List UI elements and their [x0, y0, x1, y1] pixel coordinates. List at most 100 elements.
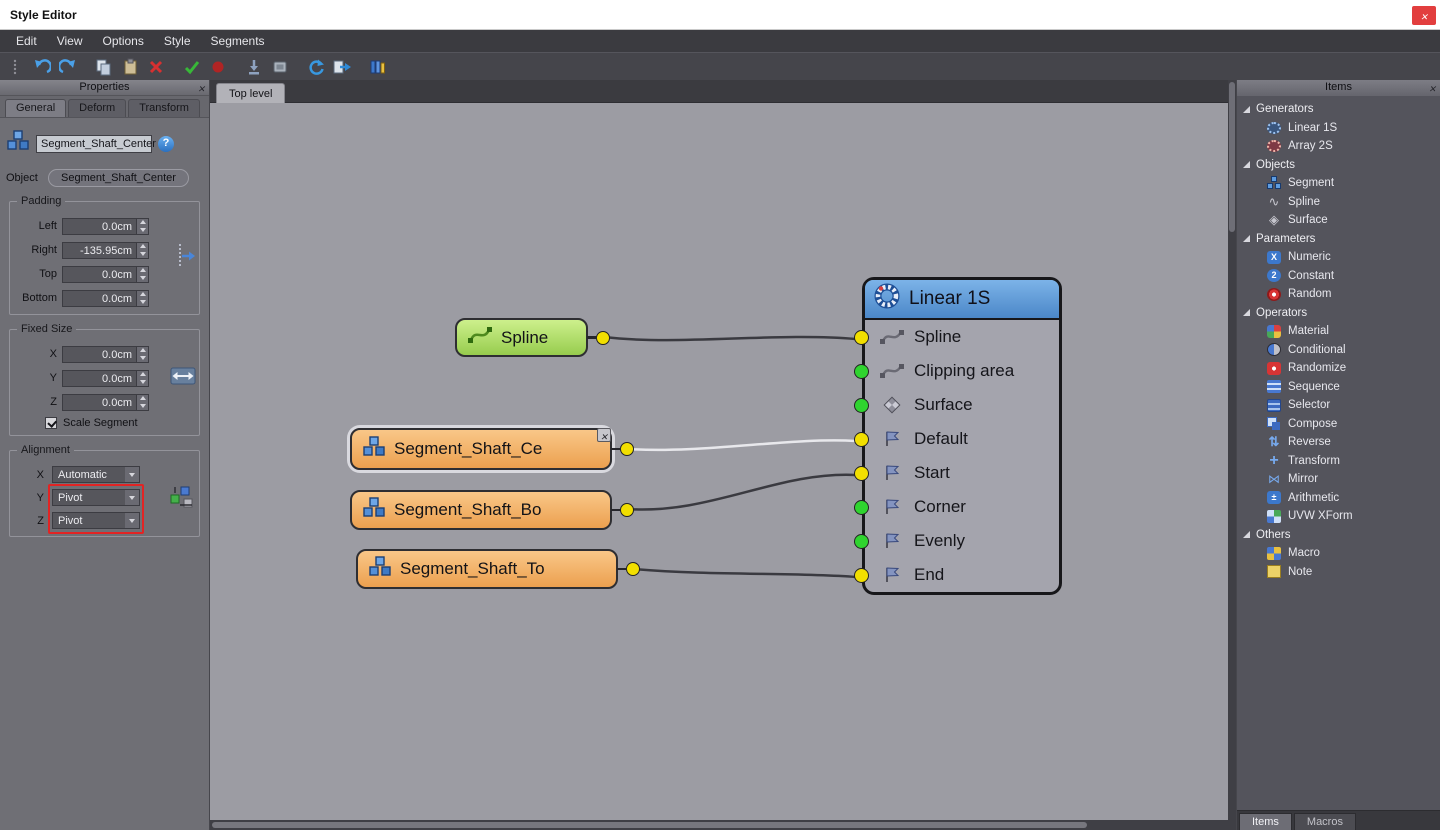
menu-style[interactable]: Style [154, 31, 201, 51]
scale-segment-checkbox[interactable]: Scale Segment [45, 417, 194, 429]
tab-general[interactable]: General [5, 99, 66, 117]
tree-group-parameters[interactable]: Parameters [1237, 230, 1440, 249]
tree-item-compose[interactable]: Compose [1237, 415, 1440, 434]
paste-button[interactable] [119, 56, 140, 77]
commit-check-button[interactable] [181, 56, 202, 77]
linear-input-corner[interactable]: Corner [865, 490, 1059, 524]
alignment-y-dropdown[interactable]: Pivot [52, 489, 140, 506]
linear-input-end[interactable]: End [865, 558, 1059, 592]
alignment-x-dropdown[interactable]: Automatic [52, 466, 140, 483]
library-button[interactable] [367, 56, 388, 77]
tab-macros[interactable]: Macros [1294, 813, 1356, 830]
padding-offset-icon[interactable] [176, 242, 196, 275]
tree-item-transform[interactable]: Transform [1237, 452, 1440, 471]
align-bottom-button[interactable] [243, 56, 264, 77]
output-socket[interactable] [596, 331, 610, 345]
tree-item-macro[interactable]: Macro [1237, 544, 1440, 563]
spin-up-button[interactable] [137, 371, 148, 379]
tree-item-surface[interactable]: Surface [1237, 211, 1440, 230]
canvas-vertical-scrollbar[interactable] [1228, 80, 1236, 830]
input-socket[interactable] [854, 364, 869, 379]
tree-item-random[interactable]: Random [1237, 285, 1440, 304]
spin-down-button[interactable] [137, 378, 148, 386]
input-socket[interactable] [854, 432, 869, 447]
panel-close-icon[interactable] [197, 82, 205, 97]
tab-transform[interactable]: Transform [128, 99, 200, 117]
fixed-size-x-input[interactable]: 0.0cm [62, 346, 149, 363]
segment-name-input[interactable]: Segment_Shaft_Center [36, 135, 152, 153]
tree-group-objects[interactable]: Objects [1237, 156, 1440, 175]
linear-input-spline[interactable]: Spline [865, 320, 1059, 354]
node-close-button[interactable] [597, 428, 611, 442]
spin-down-button[interactable] [137, 250, 148, 258]
node-segment-top[interactable]: Segment_Shaft_To [356, 549, 618, 589]
tree-item-conditional[interactable]: Conditional [1237, 341, 1440, 360]
tree-item-material[interactable]: Material [1237, 322, 1440, 341]
scrollbar-thumb[interactable] [212, 822, 1087, 828]
tree-item-reverse[interactable]: Reverse [1237, 433, 1440, 452]
tree-item-array-2s[interactable]: Array 2S [1237, 137, 1440, 156]
scrollbar-thumb[interactable] [1229, 82, 1235, 232]
tree-item-segment[interactable]: Segment [1237, 174, 1440, 193]
alignment-z-dropdown[interactable]: Pivot [52, 512, 140, 529]
tree-item-note[interactable]: Note [1237, 563, 1440, 582]
spin-down-button[interactable] [137, 226, 148, 234]
object-picker-button[interactable]: Segment_Shaft_Center [48, 169, 189, 187]
window-close-button[interactable] [1412, 6, 1436, 25]
tab-top-level[interactable]: Top level [216, 83, 285, 103]
export-button[interactable] [331, 56, 352, 77]
linear-input-clipping-area[interactable]: Clipping area [865, 354, 1059, 388]
input-socket[interactable] [854, 330, 869, 345]
padding-top-input[interactable]: 0.0cm [62, 266, 149, 283]
spin-up-button[interactable] [137, 291, 148, 299]
tree-item-linear-1s[interactable]: Linear 1S [1237, 119, 1440, 138]
padding-bottom-input[interactable]: 0.0cm [62, 290, 149, 307]
tree-item-uvw-xform[interactable]: UVW XForm [1237, 507, 1440, 526]
fixed-size-mode-icon[interactable] [170, 366, 196, 391]
help-button[interactable]: ? [158, 136, 174, 152]
menu-options[interactable]: Options [92, 31, 153, 51]
tree-item-mirror[interactable]: Mirror [1237, 470, 1440, 489]
menu-view[interactable]: View [47, 31, 93, 51]
alignment-mode-icon[interactable] [168, 483, 196, 516]
redo-button[interactable] [57, 56, 78, 77]
input-socket[interactable] [854, 500, 869, 515]
spin-down-button[interactable] [137, 298, 148, 306]
spin-down-button[interactable] [137, 274, 148, 282]
copy-button[interactable] [93, 56, 114, 77]
linear-input-default[interactable]: Default [865, 422, 1059, 456]
spin-up-button[interactable] [137, 219, 148, 227]
linear-input-surface[interactable]: Surface [865, 388, 1059, 422]
padding-right-input[interactable]: -135.95cm [62, 242, 149, 259]
spin-up-button[interactable] [137, 347, 148, 355]
panel-close-icon[interactable] [1428, 82, 1436, 97]
tree-group-generators[interactable]: Generators [1237, 100, 1440, 119]
delete-button[interactable] [145, 56, 166, 77]
undo-button[interactable] [31, 56, 52, 77]
fixed-size-z-input[interactable]: 0.0cm [62, 394, 149, 411]
linear-input-start[interactable]: Start [865, 456, 1059, 490]
tree-group-others[interactable]: Others [1237, 526, 1440, 545]
spin-down-button[interactable] [137, 354, 148, 362]
tab-deform[interactable]: Deform [68, 99, 126, 117]
spin-up-button[interactable] [137, 395, 148, 403]
tree-item-randomize[interactable]: Randomize [1237, 359, 1440, 378]
output-socket[interactable] [620, 442, 634, 456]
node-canvas[interactable]: Spline Segment_Shaft_Ce Segment_Shaft_Bo… [210, 80, 1228, 830]
canvas-horizontal-scrollbar[interactable] [210, 820, 1228, 830]
input-socket[interactable] [854, 568, 869, 583]
tab-items[interactable]: Items [1239, 813, 1292, 830]
record-dot-button[interactable] [207, 56, 228, 77]
input-socket[interactable] [854, 398, 869, 413]
linear-input-evenly[interactable]: Evenly [865, 524, 1059, 558]
refresh-button[interactable] [305, 56, 326, 77]
menu-segments[interactable]: Segments [201, 31, 275, 51]
node-segment-center[interactable]: Segment_Shaft_Ce [350, 428, 612, 470]
linear-1s-header[interactable]: Linear 1S [865, 280, 1059, 320]
node-segment-bottom[interactable]: Segment_Shaft_Bo [350, 490, 612, 530]
tree-item-sequence[interactable]: Sequence [1237, 378, 1440, 397]
tree-item-selector[interactable]: Selector [1237, 396, 1440, 415]
node-linear-1s[interactable]: Linear 1S Spline Clipping area Surface D [862, 277, 1062, 595]
output-socket[interactable] [620, 503, 634, 517]
input-socket[interactable] [854, 534, 869, 549]
